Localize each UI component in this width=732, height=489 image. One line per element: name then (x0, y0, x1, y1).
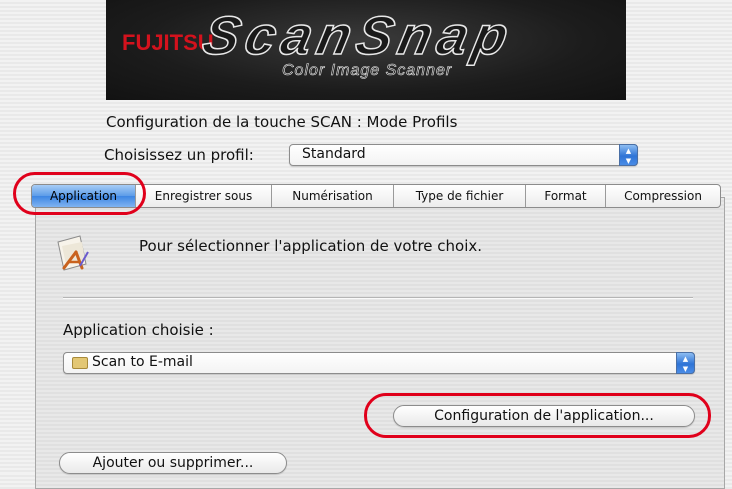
scansnap-logo: ScanSnap (197, 5, 520, 67)
highlight-config-button (364, 393, 711, 438)
page-title: Configuration de la touche SCAN : Mode P… (106, 113, 458, 131)
folder-icon (72, 357, 88, 369)
profile-select[interactable]: Standard ▲ ▼ (289, 144, 638, 166)
profile-label: Choisissez un profil: (104, 146, 254, 164)
tab-enregistrer-sous[interactable]: Enregistrer sous (136, 185, 272, 207)
application-select-value: Scan to E-mail (92, 354, 193, 370)
banner-subtitle: Color Image Scanner (282, 62, 453, 80)
tab-type-de-fichier[interactable]: Type de fichier (394, 185, 526, 207)
tab-format[interactable]: Format (526, 185, 606, 207)
application-icon (57, 235, 89, 271)
tab-numerisation[interactable]: Numérisation (272, 185, 394, 207)
application-select[interactable]: Scan to E-mail ▲ ▼ (63, 352, 695, 374)
add-remove-button[interactable]: Ajouter ou supprimer... (59, 452, 287, 474)
scansnap-banner: FUJITSU ScanSnap Color Image Scanner (106, 0, 626, 100)
tab-compression[interactable]: Compression (606, 185, 720, 207)
application-label: Application choisie : (63, 321, 214, 339)
profile-select-value: Standard (302, 146, 366, 162)
info-text: Pour sélectionner l'application de votre… (139, 237, 483, 255)
chevron-updown-icon: ▲ ▼ (619, 144, 638, 166)
chevron-updown-icon: ▲ ▼ (676, 352, 695, 374)
divider (63, 297, 693, 299)
highlight-application-tab (13, 172, 146, 215)
